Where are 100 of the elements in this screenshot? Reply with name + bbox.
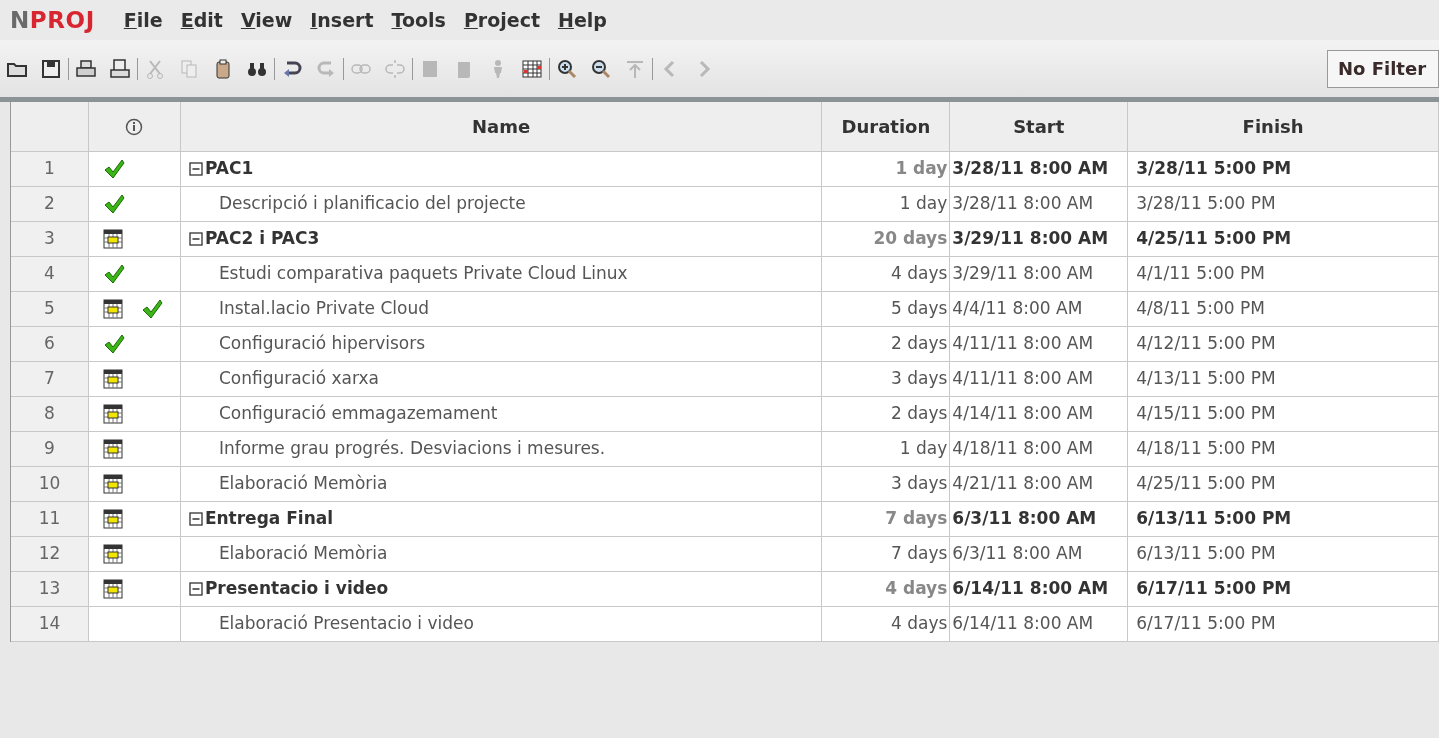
task-name: PAC2 i PAC3 <box>204 227 320 251</box>
menu-item[interactable]: Edit <box>171 5 232 35</box>
finish-date-cell-text: 4/12/11 5:00 PM <box>1136 332 1276 356</box>
start-date-cell-text: 3/29/11 8:00 AM <box>952 262 1094 286</box>
menu-item[interactable]: Tools <box>382 5 455 35</box>
duration-cell-text: 1 day <box>899 192 948 216</box>
row-number: 3 <box>11 222 89 257</box>
row-number: 8 <box>11 397 89 432</box>
start-date-cell-text: 4/11/11 8:00 AM <box>952 367 1094 391</box>
finish-date-cell-text: 6/17/11 5:00 PM <box>1136 612 1276 636</box>
info-icon <box>125 117 144 136</box>
finish-date-cell-text: 6/17/11 5:00 PM <box>1136 577 1292 601</box>
calendar-icon <box>102 544 123 564</box>
row-number: 14 <box>11 607 89 642</box>
task-name: Descripció i planificacio del projecte <box>218 192 526 216</box>
task-name: Configuració emmagazemament <box>218 402 498 426</box>
menu-item[interactable]: Project <box>454 5 549 35</box>
checkmark-icon <box>140 298 163 320</box>
start-date-cell-text: 6/3/11 8:00 AM <box>952 542 1083 566</box>
calendar-icon <box>102 579 123 599</box>
filter-field[interactable]: No Filter <box>1327 49 1439 88</box>
printer-icon[interactable] <box>75 57 97 80</box>
finish-date-cell-text: 4/18/11 5:00 PM <box>1136 437 1276 461</box>
duration-cell-text: 3 days <box>891 367 948 391</box>
checkmark-icon <box>102 158 125 180</box>
finish-date-cell-text: 4/25/11 5:00 PM <box>1136 227 1292 251</box>
calendar-icon <box>102 404 123 424</box>
start-date-cell-text: 4/21/11 8:00 AM <box>952 472 1094 496</box>
calendar-icon <box>102 474 123 494</box>
row-number: 7 <box>11 362 89 397</box>
checkmark-icon <box>102 193 125 215</box>
task-name: Elaboració Presentacio i video <box>218 612 474 636</box>
duration-cell-text: 4 days <box>885 577 948 601</box>
collapse-icon[interactable] <box>188 232 203 246</box>
start-date-cell-text: 6/3/11 8:00 AM <box>952 507 1097 531</box>
column-header[interactable]: Name <box>180 102 823 152</box>
column-header[interactable]: Finish <box>1128 102 1439 152</box>
task-name: Configuració xarxa <box>218 367 379 391</box>
start-date-cell-text: 3/29/11 8:00 AM <box>952 227 1109 251</box>
task-name: Presentacio i video <box>204 577 389 601</box>
finish-date-cell-text: 3/28/11 5:00 PM <box>1136 192 1276 216</box>
start-date-cell-text: 6/14/11 8:00 AM <box>952 577 1109 601</box>
start-date-cell-text: 3/28/11 8:00 AM <box>952 192 1094 216</box>
zoom-in-icon[interactable] <box>556 57 578 80</box>
row-number: 10 <box>11 467 89 502</box>
duration-cell-text: 20 days <box>873 227 948 251</box>
menu-item[interactable]: Help <box>549 5 616 35</box>
duration-cell-text: 2 days <box>891 402 948 426</box>
row-number: 12 <box>11 537 89 572</box>
start-date-cell-text: 4/14/11 8:00 AM <box>952 402 1094 426</box>
duration-cell-text: 3 days <box>891 472 948 496</box>
calendar-icon <box>102 369 123 389</box>
menu-item[interactable]: View <box>231 5 302 35</box>
menu-item[interactable]: Insert <box>301 5 383 35</box>
app-logo: N PROJ <box>10 5 95 35</box>
start-date-cell-text: 6/14/11 8:00 AM <box>952 612 1094 636</box>
collapse-icon[interactable] <box>188 512 203 526</box>
grid-icon[interactable] <box>521 57 543 80</box>
column-header[interactable]: Duration <box>822 102 951 152</box>
duration-cell-text: 7 days <box>885 507 948 531</box>
duration-cell-text: 1 day <box>895 157 948 181</box>
calendar-icon <box>102 299 123 319</box>
finish-date-cell-text: 4/8/11 5:00 PM <box>1136 297 1265 321</box>
zoom-out-icon[interactable] <box>590 57 612 80</box>
column-header[interactable]: Start <box>950 102 1129 152</box>
row-number: 13 <box>11 572 89 607</box>
menu-item[interactable]: File <box>114 5 172 35</box>
duration-cell-text: 4 days <box>891 262 948 286</box>
finish-date-cell-text: 4/15/11 5:00 PM <box>1136 402 1276 426</box>
calendar-icon <box>102 439 123 459</box>
task-name: Estudi comparativa paquets Private Cloud Linux <box>218 262 628 286</box>
finish-date-cell-text: 4/1/11 5:00 PM <box>1136 262 1265 286</box>
task-name: Configuració hipervisors <box>218 332 426 356</box>
finish-date-cell-text: 6/13/11 5:00 PM <box>1136 507 1292 531</box>
row-number: 1 <box>11 152 89 187</box>
task-name: Elaboració Memòria <box>218 542 388 566</box>
row-number: 2 <box>11 187 89 222</box>
row-number: 4 <box>11 257 89 292</box>
row-number: 6 <box>11 327 89 362</box>
start-date-cell-text: 4/11/11 8:00 AM <box>952 332 1094 356</box>
duration-cell-text: 5 days <box>891 297 948 321</box>
start-date-cell-text: 4/18/11 8:00 AM <box>952 437 1094 461</box>
finish-date-cell-text: 3/28/11 5:00 PM <box>1136 157 1292 181</box>
collapse-icon[interactable] <box>188 582 203 596</box>
row-number: 11 <box>11 502 89 537</box>
task-name: Elaboració Memòria <box>218 472 388 496</box>
start-date-cell-text: 4/4/11 8:00 AM <box>952 297 1083 321</box>
duration-cell-text: 7 days <box>891 542 948 566</box>
print-preview-icon[interactable] <box>109 57 131 80</box>
task-name: Instal.lacio Private Cloud <box>218 297 429 321</box>
finish-date-cell-text: 4/25/11 5:00 PM <box>1136 472 1276 496</box>
task-name: Informe grau progrés. Desviacions i mesures. <box>218 437 606 461</box>
duration-cell-text: 1 day <box>899 437 948 461</box>
checkmark-icon <box>102 333 125 355</box>
collapse-icon[interactable] <box>188 162 203 176</box>
calendar-icon <box>102 509 123 529</box>
row-number: 9 <box>11 432 89 467</box>
start-date-cell-text: 3/28/11 8:00 AM <box>952 157 1109 181</box>
task-name: PAC1 <box>204 157 254 181</box>
task-name: Entrega Final <box>204 507 334 531</box>
